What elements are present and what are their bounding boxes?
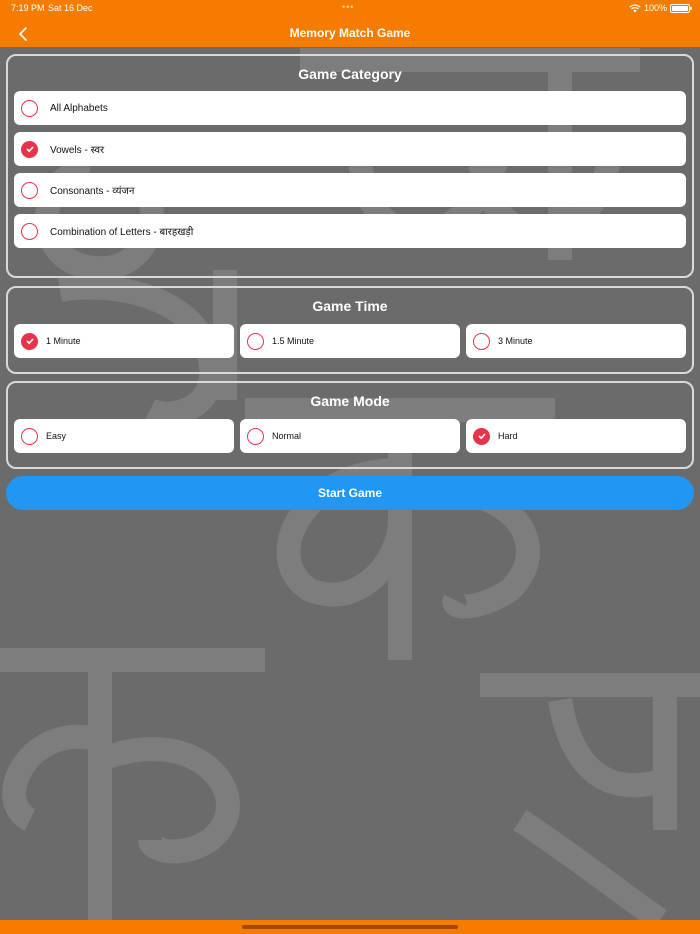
time-title: Game Time xyxy=(312,298,388,314)
multitask-dots-icon[interactable]: ••• xyxy=(342,2,354,12)
radio-icon[interactable] xyxy=(21,427,38,445)
radio-icon[interactable] xyxy=(21,222,38,240)
radio-icon[interactable] xyxy=(247,427,264,445)
status-date: Sat 16 Dec xyxy=(48,3,93,13)
radio-icon[interactable] xyxy=(21,99,38,117)
radio-checked-icon[interactable] xyxy=(473,427,490,445)
option-label: Consonants - व्यंजन xyxy=(50,186,135,197)
option-label: All Alphabets xyxy=(50,102,108,114)
option-label: Vowels - स्वर xyxy=(50,145,105,156)
mode-option-normal[interactable]: Normal xyxy=(240,419,460,453)
page-title: Memory Match Game xyxy=(289,26,411,40)
time-option-1-5-minute[interactable]: 1.5 Minute xyxy=(240,324,460,358)
option-label: 1 Minute xyxy=(46,336,81,346)
battery-icon xyxy=(670,3,692,13)
mode-option-hard[interactable]: Hard xyxy=(466,419,686,453)
category-option-all-alphabets[interactable]: All Alphabets xyxy=(14,91,686,125)
mode-option-easy[interactable]: Easy xyxy=(14,419,234,453)
top-bar: 7:19 PM Sat 16 Dec ••• 100% Memory Match… xyxy=(0,0,700,47)
time-option-3-minute[interactable]: 3 Minute xyxy=(466,324,686,358)
status-right: 100% xyxy=(629,3,692,13)
category-option-consonants[interactable]: Consonants - व्यंजन xyxy=(14,173,686,207)
option-label: Easy xyxy=(46,431,67,441)
time-panel: Game Time 1 Minute 1.5 Minute 3 Minute xyxy=(6,286,694,374)
radio-icon[interactable] xyxy=(21,181,38,199)
radio-checked-icon[interactable] xyxy=(21,140,38,158)
option-label: Combination of Letters - बारहखड़ी xyxy=(50,227,194,238)
mode-title: Game Mode xyxy=(310,393,390,409)
time-option-1-minute[interactable]: 1 Minute xyxy=(14,324,234,358)
option-label: Normal xyxy=(272,431,302,441)
category-title: Game Category xyxy=(298,66,402,82)
home-indicator[interactable] xyxy=(242,925,458,929)
start-game-button[interactable]: Start Game xyxy=(6,476,694,510)
battery-percent: 100% xyxy=(643,3,667,13)
option-label: 1.5 Minute xyxy=(272,336,315,346)
radio-icon[interactable] xyxy=(247,332,264,350)
category-option-combination[interactable]: Combination of Letters - बारहखड़ी xyxy=(14,214,686,248)
option-label: Hard xyxy=(498,431,518,441)
option-label: 3 Minute xyxy=(498,336,533,346)
radio-icon[interactable] xyxy=(473,332,490,350)
category-option-vowels[interactable]: Vowels - स्वर xyxy=(14,132,686,166)
mode-panel: Game Mode Easy Normal Hard xyxy=(6,381,694,469)
wifi-icon xyxy=(629,3,641,12)
status-time: 7:19 PM xyxy=(11,3,45,13)
category-panel: Game Category All Alphabets Vowels - स्व… xyxy=(6,54,694,278)
radio-checked-icon[interactable] xyxy=(21,332,38,350)
